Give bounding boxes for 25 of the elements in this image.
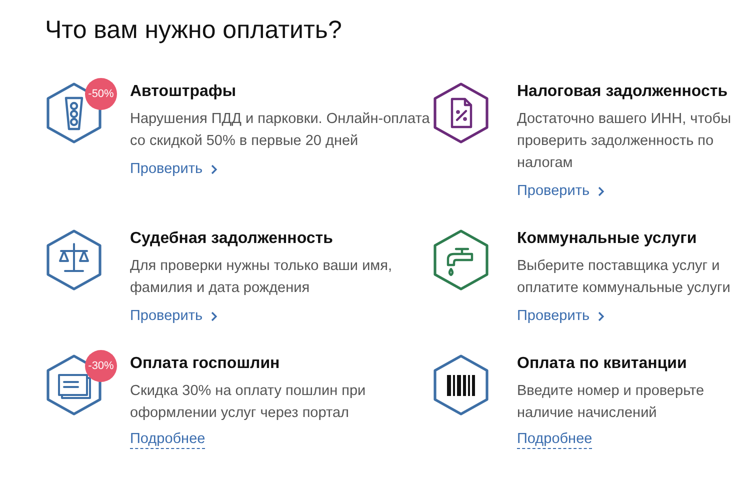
chevron-right-icon bbox=[210, 310, 218, 322]
check-link[interactable]: Проверить bbox=[517, 180, 605, 202]
chevron-right-icon bbox=[596, 186, 605, 196]
service-title: Оплата госпошлин bbox=[130, 354, 281, 374]
service-description: Введите номер и проверьте наличие начислений bbox=[517, 382, 706, 423]
discount-badge: -50% bbox=[85, 78, 117, 110]
service-title: Оплата по квитанции bbox=[517, 354, 688, 374]
check-link[interactable]: Проверить bbox=[130, 158, 218, 180]
service-title: Коммунальные услуги bbox=[517, 229, 698, 249]
check-link[interactable]: Проверить bbox=[130, 305, 218, 327]
chevron-right-icon bbox=[596, 310, 605, 322]
service-description: Скидка 30% на оплату пошлин при оформлении услуг через портал bbox=[130, 382, 367, 423]
more-link[interactable]: Подробнее bbox=[130, 430, 206, 449]
discount-badge: -30% bbox=[85, 350, 117, 382]
page-heading: Что вам нужно оплатить? bbox=[45, 15, 343, 46]
service-description: Достаточно вашего ИНН, чтобы проверить задолженность по налогам bbox=[517, 110, 732, 173]
chevron-right-icon bbox=[210, 164, 218, 174]
service-description: Выберите поставщика услуг и оплатите коммунальные услуги bbox=[517, 257, 732, 298]
service-title: Налоговая задолженность bbox=[517, 82, 729, 102]
service-description: Нарушения ПДД и парковки. Онлайн-оплата со скидкой 50% в первые 20 дней bbox=[130, 110, 431, 151]
more-link[interactable]: Подробнее bbox=[517, 430, 592, 449]
service-title: Судебная задолженность bbox=[130, 229, 334, 249]
check-link[interactable]: Проверить bbox=[517, 305, 605, 327]
service-description: Для проверки нужны только ваши имя, фамилия и дата рождения bbox=[130, 257, 394, 298]
service-title: Автоштрафы bbox=[130, 82, 238, 102]
